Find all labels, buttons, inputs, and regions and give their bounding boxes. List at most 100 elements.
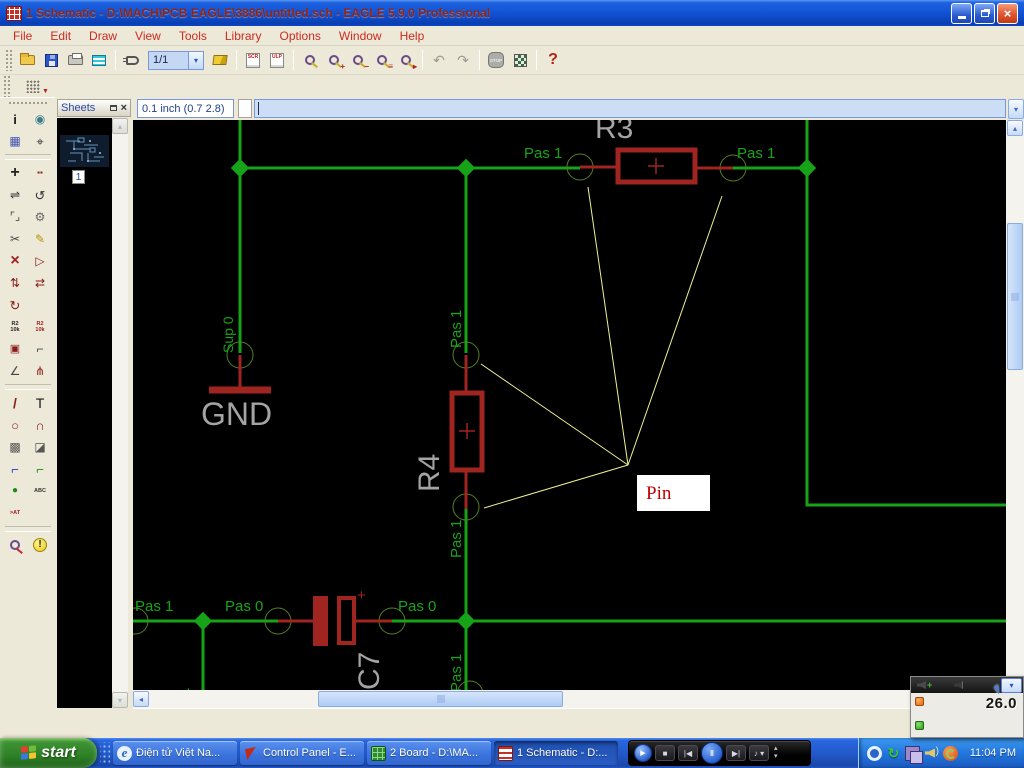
paste-tool[interactable]: ✎ <box>28 228 53 250</box>
fox-icon[interactable] <box>943 746 958 761</box>
attribute-tool[interactable]: >AT <box>3 502 28 524</box>
wmp-extra-controls[interactable]: ▴▾ <box>774 745 778 760</box>
taskbar-task-4[interactable]: 1 Schematic - D:... <box>494 741 618 765</box>
rotate-tool[interactable]: ↺ <box>28 184 53 206</box>
zoom-fit-button[interactable] <box>298 48 322 72</box>
scroll-up-icon[interactable]: ▴ <box>112 118 128 134</box>
zoom-select-button[interactable]: ≡ <box>370 48 394 72</box>
help-button[interactable]: ? <box>541 48 565 72</box>
resistor-r4[interactable] <box>452 355 482 509</box>
stop-button[interactable]: STOP <box>484 48 508 72</box>
arc-tool[interactable]: ∩ <box>28 414 53 436</box>
network-icon[interactable] <box>905 746 920 761</box>
delete-tool[interactable]: × <box>3 250 28 272</box>
use-device-button[interactable] <box>120 48 144 72</box>
circle-tool[interactable]: ○ <box>3 414 28 436</box>
close-button[interactable]: × <box>997 3 1018 24</box>
open-button[interactable] <box>15 48 39 72</box>
volume-icon[interactable] <box>924 746 939 761</box>
command-input[interactable] <box>254 99 1006 118</box>
cut-tool[interactable]: ✂ <box>3 228 28 250</box>
toolbar-handle[interactable] <box>3 75 10 97</box>
vertical-scrollbar[interactable]: ▴ ▾ <box>1006 120 1024 708</box>
speaker-icon[interactable] <box>917 681 926 689</box>
scroll-up-icon[interactable]: ▴ <box>1007 120 1023 136</box>
net-tool[interactable]: ⌐ <box>28 458 53 480</box>
rect-tool[interactable]: ▩ <box>3 436 28 458</box>
scroll-down-icon[interactable]: ▾ <box>112 692 128 708</box>
menu-draw[interactable]: Draw <box>80 27 126 45</box>
taskbar-task-1[interactable]: eĐiện tử Việt Na... <box>113 741 237 765</box>
label-tool[interactable]: ABC <box>28 480 53 502</box>
errors-tool[interactable] <box>3 534 28 556</box>
library-button[interactable] <box>208 48 232 72</box>
junction-tool[interactable]: ● <box>3 480 28 502</box>
menu-library[interactable]: Library <box>216 27 271 45</box>
export-image-button[interactable] <box>87 48 111 72</box>
miter-round-tool[interactable]: ⌐ <box>28 338 53 360</box>
zoom-in-button[interactable]: + <box>322 48 346 72</box>
move-tool[interactable]: + <box>3 162 28 184</box>
info-tool[interactable]: i <box>3 108 28 130</box>
start-button[interactable]: start <box>0 738 97 768</box>
schematic-canvas[interactable]: Pin Pas 1Pas 1R3Sup 0GNDPas 1R4Pas 1Pas … <box>133 120 1006 690</box>
display-tool[interactable]: ▦ <box>3 130 28 152</box>
restore-button[interactable] <box>974 3 995 24</box>
command-history-dropdown[interactable]: ▾ <box>1008 99 1024 119</box>
menu-edit[interactable]: Edit <box>41 27 80 45</box>
zoom-out-button[interactable]: − <box>346 48 370 72</box>
download-manager-icon[interactable]: ↻ <box>886 746 901 761</box>
menu-file[interactable]: File <box>4 27 41 45</box>
undo-button[interactable]: ↶ <box>427 48 451 72</box>
popup-dropdown-button[interactable]: ▾ <box>1001 678 1022 693</box>
mirror-tool[interactable]: ⇌ <box>3 184 28 206</box>
name-tool[interactable]: R2 10k <box>3 316 28 338</box>
script-button[interactable]: SCR <box>241 48 265 72</box>
menu-window[interactable]: Window <box>330 27 391 45</box>
show-tool[interactable]: ◉ <box>28 108 53 130</box>
wmp-logo-button[interactable]: ▶ <box>634 744 652 762</box>
quick-launch-handle[interactable] <box>100 742 110 764</box>
taskbar-task-2[interactable]: Control Panel - E... <box>240 741 364 765</box>
mark-tool[interactable]: ⌖ <box>28 130 53 152</box>
capacitor-c7[interactable] <box>278 596 392 646</box>
wmp-stop-button[interactable]: ■ <box>655 745 675 761</box>
save-button[interactable] <box>39 48 63 72</box>
polygon-tool[interactable]: ◪ <box>28 436 53 458</box>
messenger-icon[interactable] <box>867 746 882 761</box>
add-tool[interactable]: ▷ <box>28 250 53 272</box>
horizontal-scrollbar[interactable]: ◂ ▸ <box>133 690 1006 708</box>
text-tool[interactable]: T <box>28 392 53 414</box>
wire-tool[interactable]: / <box>3 392 28 414</box>
menu-tools[interactable]: Tools <box>170 27 216 45</box>
change-tool[interactable]: ⚙ <box>28 206 53 228</box>
zoom-redraw-button[interactable]: ▸ <box>394 48 418 72</box>
traffic-button[interactable] <box>508 48 532 72</box>
miter-straight-tool[interactable]: ∠ <box>3 360 28 382</box>
gnd-symbol[interactable] <box>209 355 271 390</box>
pinswap-tool[interactable]: ⇅ <box>3 272 28 294</box>
wmp-next-button[interactable]: ▶| <box>726 745 746 761</box>
erc-tool[interactable]: ! <box>28 534 53 556</box>
menu-options[interactable]: Options <box>271 27 330 45</box>
group-tool[interactable]: ⌜⌟ <box>3 206 28 228</box>
redo-button[interactable]: ↷ <box>451 48 475 72</box>
resistor-r3[interactable] <box>580 150 733 182</box>
bus-tool[interactable]: ⌐ <box>3 458 28 480</box>
copy-tool[interactable]: ▪▪ <box>28 162 53 184</box>
sheet-number[interactable]: 1 <box>72 170 85 184</box>
split-tool[interactable]: ⋔ <box>28 360 53 382</box>
speaker-muted-icon[interactable] <box>954 681 963 689</box>
sheet-selector-combo[interactable]: 1/1▾ <box>148 51 204 70</box>
sheets-scrollbar[interactable]: ▴ ▾ <box>112 118 128 708</box>
horizontal-scroll-thumb[interactable] <box>318 691 563 707</box>
menu-help[interactable]: Help <box>391 27 434 45</box>
smash-tool[interactable]: ▣ <box>3 338 28 360</box>
float-panel-icon[interactable] <box>110 105 117 111</box>
taskbar-task-3[interactable]: 2 Board - D:\MA... <box>367 741 491 765</box>
run-ulp-button[interactable]: ULP <box>265 48 289 72</box>
grid-button[interactable]: ▼ <box>23 78 59 95</box>
wmp-pause-button[interactable]: ‖ <box>701 742 723 764</box>
print-button[interactable] <box>63 48 87 72</box>
gateswap-tool[interactable]: ⇄ <box>28 272 53 294</box>
